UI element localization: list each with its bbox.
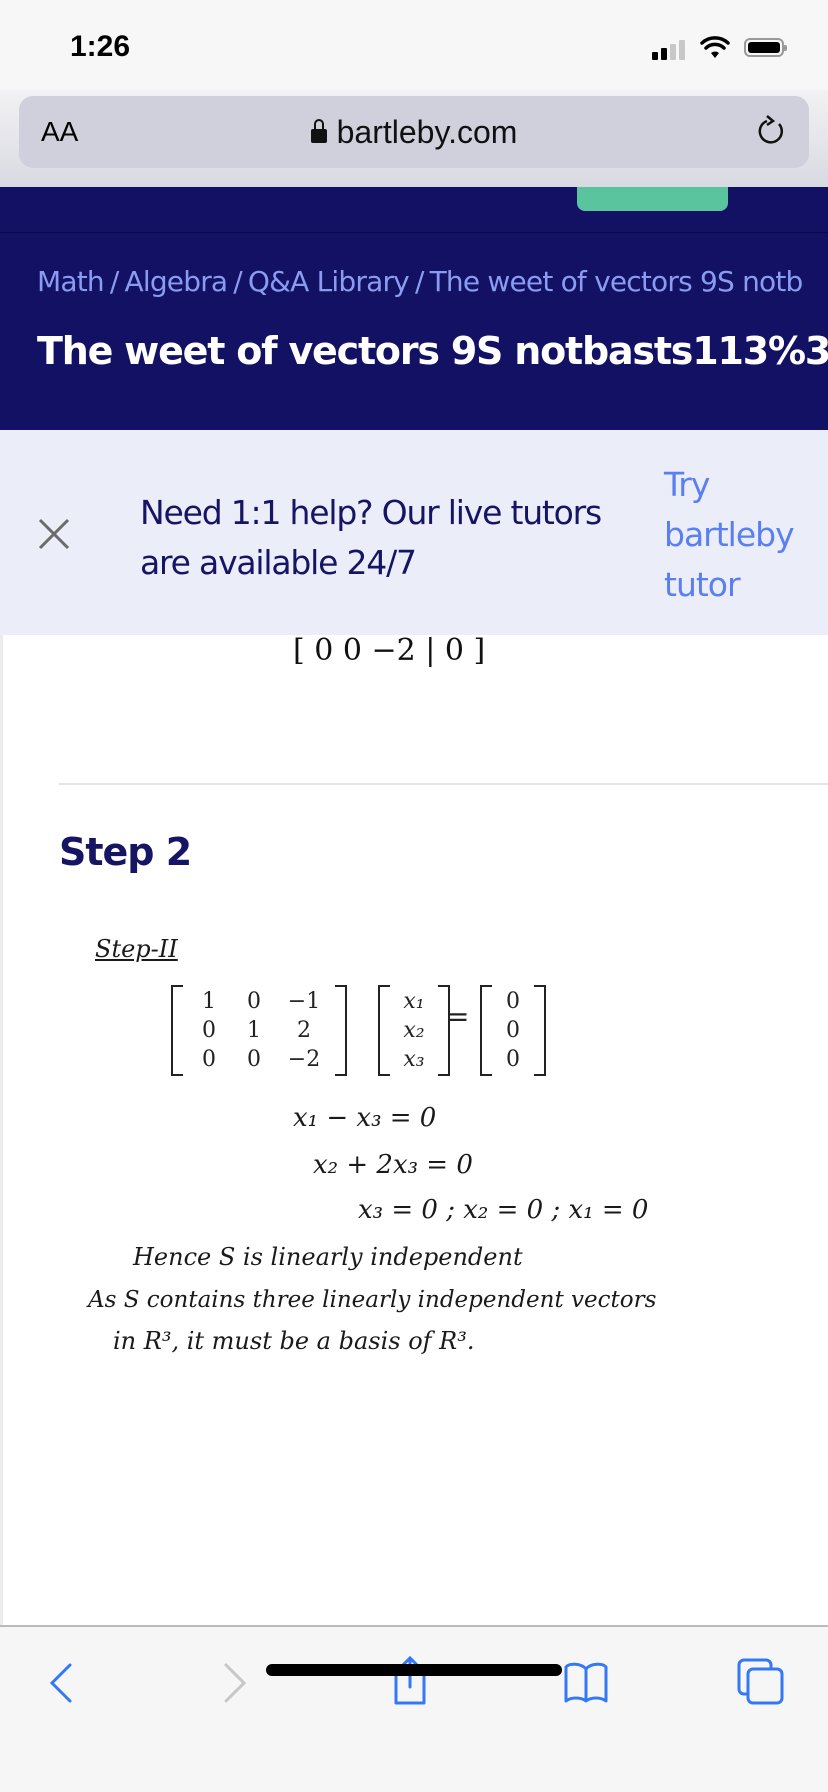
try-tutor-link[interactable]: Try bartleby tutor — [664, 460, 795, 610]
url-display[interactable]: bartleby.com — [19, 114, 809, 151]
matrix-cell: 1 — [247, 1018, 261, 1043]
breadcrumb: Math / Algebra / Q&A Library / The weet of vec… — [37, 265, 803, 298]
question-header: Math / Algebra / Q&A Library / The weet of vec… — [0, 232, 828, 430]
battery-icon — [744, 38, 787, 57]
page-title: The weet of vectors 9S notbasts113%32 — [37, 329, 828, 373]
back-chevron-icon[interactable] — [48, 1661, 74, 1705]
variable-vector: x₁ x₂ x₃ — [378, 985, 450, 1076]
bookmarks-icon[interactable] — [563, 1661, 609, 1705]
breadcrumb-qa-library[interactable]: Q&A Library — [248, 265, 410, 298]
matrix-cell: 0 — [247, 1047, 261, 1072]
address-bar[interactable]: AA bartleby.com — [19, 96, 809, 168]
matrix-cell: 0 — [202, 1018, 216, 1043]
wifi-icon — [700, 36, 730, 58]
equation-line: x₃ = 0 ; x₂ = 0 ; x₁ = 0 — [358, 1195, 649, 1225]
step-divider — [59, 783, 828, 785]
lock-icon — [310, 119, 327, 143]
vector-cell: 0 — [506, 989, 520, 1014]
vector-cell: 0 — [506, 1018, 520, 1043]
tabs-icon[interactable] — [736, 1657, 786, 1707]
matrix-cell: 0 — [247, 989, 261, 1014]
matrix-cell: 1 — [202, 989, 216, 1014]
status-bar: 1:26 — [0, 0, 828, 90]
matrix-cell: −1 — [287, 989, 321, 1014]
status-time: 1:26 — [70, 30, 131, 63]
ask-expert-button[interactable] — [577, 187, 728, 211]
coefficient-matrix: 1 0 −1 0 1 2 0 0 −2 — [171, 985, 347, 1076]
matrix-cell: −2 — [287, 1047, 321, 1072]
breadcrumb-current: The weet of vectors 9S notb — [429, 265, 804, 298]
url-text: bartleby.com — [336, 114, 518, 150]
equals-sign: = — [446, 1000, 470, 1033]
banner-message: Need 1:1 help? Our live tutors are avail… — [140, 493, 602, 582]
browser-toolbar — [0, 1625, 828, 1792]
equation-line: x₁ − x₃ = 0 — [293, 1103, 437, 1133]
handwritten-step-label: Step-II — [95, 935, 178, 963]
rhs-vector: 0 0 0 — [480, 985, 546, 1076]
signal-icon — [652, 40, 685, 60]
solution-content: [ 0 0 −2 | 0 ] Step 2 Step-II 1 0 −1 0 1… — [0, 633, 828, 1625]
share-icon[interactable] — [390, 1655, 430, 1707]
home-indicator[interactable] — [266, 1664, 562, 1676]
step-heading: Step 2 — [59, 830, 192, 874]
tutor-banner: Need 1:1 help? Our live tutors are avail… — [0, 430, 828, 635]
matrix-cell: 0 — [202, 1047, 216, 1072]
previous-step-matrix-fragment: [ 0 0 −2 | 0 ] — [293, 633, 486, 668]
breadcrumb-algebra[interactable]: Algebra — [124, 265, 228, 298]
vector-cell: x₁ — [403, 989, 425, 1014]
breadcrumb-math[interactable]: Math — [37, 265, 105, 298]
vector-cell: x₂ — [403, 1018, 425, 1043]
vector-cell: 0 — [506, 1047, 520, 1072]
conclusion-line: in R³, it must be a basis of R³. — [113, 1327, 475, 1355]
conclusion-line: Hence S is linearly independent — [133, 1243, 523, 1271]
close-icon[interactable] — [36, 516, 72, 552]
conclusion-line: As S contains three linearly independent… — [88, 1287, 657, 1313]
forward-chevron-icon[interactable] — [222, 1661, 248, 1705]
equation-line: x₂ + 2x₃ = 0 — [313, 1150, 473, 1180]
matrix-cell: 2 — [297, 1018, 311, 1043]
reload-icon[interactable] — [753, 114, 789, 150]
vector-cell: x₃ — [403, 1047, 425, 1072]
site-header — [0, 187, 828, 232]
